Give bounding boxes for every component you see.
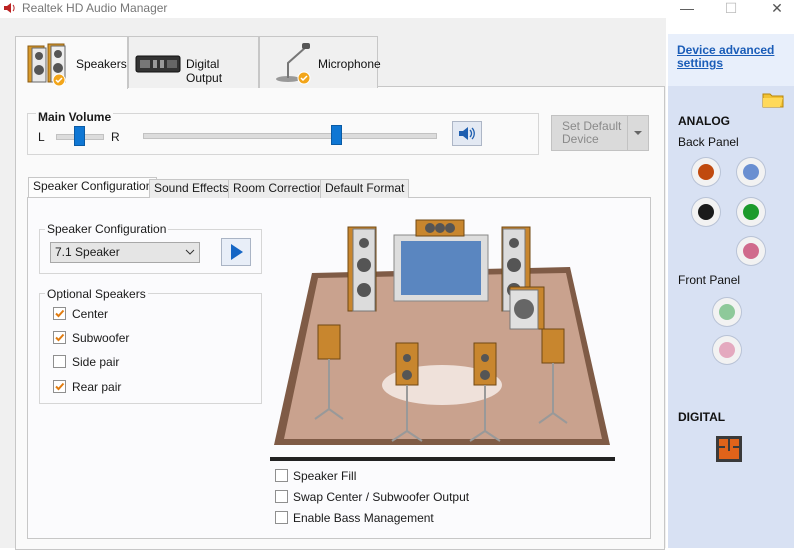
app-speaker-icon (3, 2, 17, 14)
folder-icon[interactable] (762, 90, 784, 108)
rear-pair-label: Rear pair (72, 380, 122, 394)
speaker-fill-label: Speaker Fill (293, 469, 357, 483)
back-jack-green[interactable] (737, 198, 765, 226)
speaker-room-illustration (270, 195, 615, 463)
close-button[interactable]: ✕ (754, 0, 794, 18)
jack-blue-icon (743, 164, 759, 180)
analog-heading: ANALOG (678, 114, 730, 128)
back-jack-orange[interactable] (692, 158, 720, 186)
speaker-configuration-group-title: Speaker Configuration (45, 222, 169, 236)
rear-pair-checkbox[interactable] (53, 380, 66, 393)
speaker-volume-icon (459, 127, 475, 140)
maximize-button[interactable]: ☐ (708, 0, 754, 18)
optional-speakers-group-title: Optional Speakers (45, 287, 148, 301)
back-jack-pink[interactable] (737, 237, 765, 265)
back-jack-black[interactable] (692, 198, 720, 226)
speaker-configuration-value: 7.1 Speaker (55, 245, 120, 259)
tv-icon[interactable] (393, 234, 489, 302)
jack-green-icon (719, 304, 735, 320)
digital-output-icon (135, 53, 181, 75)
enable-bass-management-label: Enable Bass Management (293, 511, 434, 525)
subwoofer-checkbox[interactable] (53, 331, 66, 344)
speaker-fill-checkbox[interactable] (275, 469, 288, 482)
tab-digital-output-label: Digital Output (186, 57, 223, 85)
set-default-label: Set Default Device (562, 119, 622, 146)
speakers-icon (26, 40, 70, 87)
play-test-button[interactable] (221, 238, 251, 266)
tab-microphone-label: Microphone (318, 57, 381, 71)
volume-slider[interactable] (330, 125, 342, 145)
volume-track (143, 133, 437, 139)
tab-sound-effects[interactable]: Sound Effects (149, 179, 234, 198)
balance-slider[interactable] (74, 126, 85, 146)
center-label: Center (72, 307, 109, 321)
back-jack-blue[interactable] (737, 158, 765, 186)
jack-pink-icon (719, 342, 735, 358)
chevron-down-icon (185, 243, 195, 268)
main-volume-title: Main Volume (36, 110, 114, 124)
front-jack-pink[interactable] (713, 336, 741, 364)
balance-left-label: L (38, 130, 45, 144)
swap-center-subwoofer-label: Swap Center / Subwoofer Output (293, 490, 470, 504)
digital-heading: DIGITAL (678, 410, 726, 424)
right-panel (668, 34, 794, 548)
center-checkbox[interactable] (53, 307, 66, 320)
side-pair-checkbox[interactable] (53, 355, 66, 368)
tab-speakers-label: Speakers (76, 57, 127, 71)
subwoofer-label: Subwoofer (72, 331, 130, 345)
balance-right-label: R (111, 130, 120, 144)
jack-orange-icon (698, 164, 714, 180)
front-left-speaker-icon[interactable] (347, 226, 377, 312)
minimize-button[interactable]: — (664, 0, 710, 18)
window-title: Realtek HD Audio Manager (22, 1, 168, 15)
play-icon (231, 244, 243, 260)
enable-bass-management-checkbox[interactable] (275, 511, 288, 524)
tab-speaker-configuration[interactable]: Speaker Configuration (28, 177, 158, 197)
tab-speakers[interactable]: Speakers (15, 36, 128, 89)
center-speaker-icon[interactable] (415, 219, 465, 237)
jack-black-icon (698, 204, 714, 220)
subwoofer-icon[interactable] (509, 286, 545, 330)
swap-center-subwoofer-checkbox[interactable] (275, 490, 288, 503)
checkmark-icon (55, 333, 65, 342)
front-panel-label: Front Panel (678, 273, 741, 287)
device-advanced-settings-link[interactable]: Device advanced settings (677, 44, 777, 70)
mute-button[interactable] (452, 121, 482, 146)
tab-microphone[interactable]: Microphone (259, 36, 381, 88)
checkmark-icon (55, 382, 65, 391)
jack-green-icon (743, 204, 759, 220)
speaker-configuration-select[interactable]: 7.1 Speaker (50, 242, 200, 263)
microphone-icon (270, 41, 314, 85)
tab-digital-output[interactable]: Digital Output (128, 36, 259, 88)
jack-pink-icon (743, 243, 759, 259)
digital-output-port-icon[interactable] (715, 435, 743, 463)
set-default-device-button[interactable]: Set Default Device (551, 115, 649, 151)
checkmark-icon (55, 309, 65, 318)
side-pair-label: Side pair (72, 355, 120, 369)
back-panel-label: Back Panel (678, 135, 739, 149)
front-jack-green[interactable] (713, 298, 741, 326)
chevron-down-icon[interactable] (627, 116, 648, 150)
